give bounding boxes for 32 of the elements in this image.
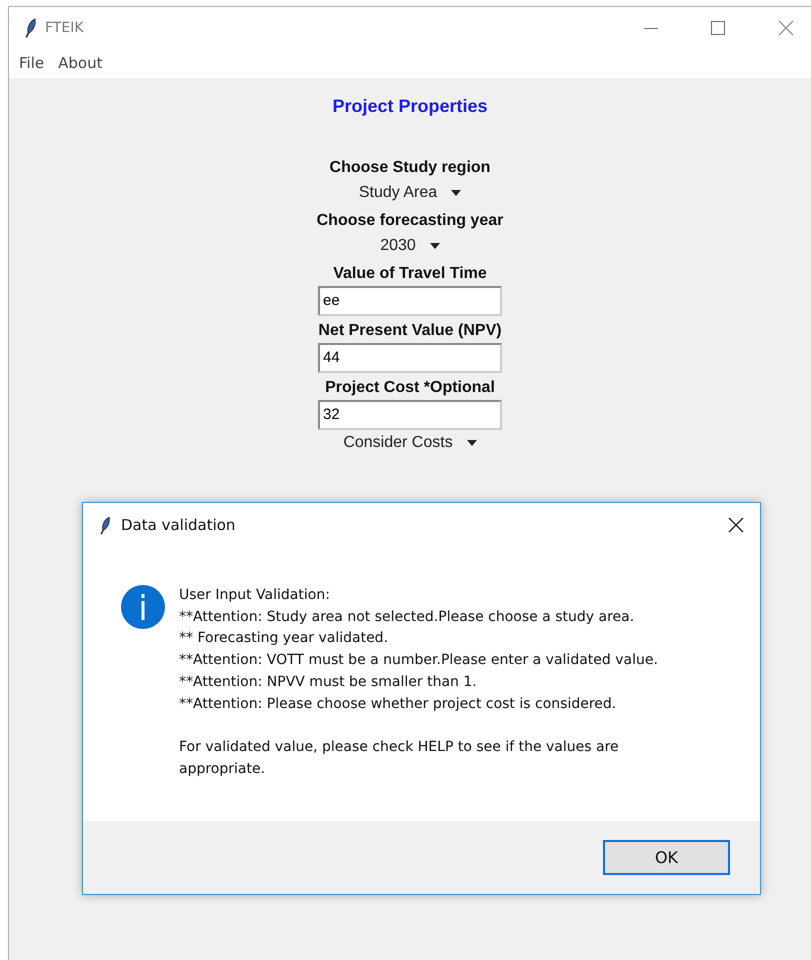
input-field[interactable]: 32: [318, 400, 502, 430]
message-line: **Attention: Please choose whether project cost is considered.: [179, 694, 618, 714]
info-icon: [121, 585, 165, 629]
field-label: Project Cost *Optional: [325, 378, 495, 398]
window-title: FTEIK: [45, 20, 84, 36]
dropdown[interactable]: 2030: [372, 233, 448, 259]
ok-button[interactable]: OK: [603, 840, 730, 875]
caret-icon: [466, 440, 477, 446]
field-label: Value of Travel Time: [333, 264, 487, 284]
message-line: **Attention: VOTT must be a number.Please enter a validated value.: [179, 651, 659, 670]
message-line: User Input Validation:: [179, 586, 331, 605]
dropdown[interactable]: Study Area: [350, 180, 470, 206]
feather-icon: [25, 18, 37, 38]
message-line: ** Forecasting year validated.: [179, 629, 390, 648]
caret-icon: [430, 243, 440, 249]
maximize-icon[interactable]: [711, 20, 725, 34]
feather-icon: [100, 516, 111, 534]
close-icon[interactable]: [728, 517, 744, 533]
input-field[interactable]: 44: [318, 343, 502, 373]
caret-icon: [451, 190, 462, 196]
message-line: **Attention: Study area not selected.Please choose a study area.: [179, 608, 636, 627]
input-field[interactable]: ee: [318, 286, 502, 316]
dialog-title: Data validation: [121, 516, 236, 534]
field-label: Choose forecasting year: [316, 211, 504, 231]
menu-item[interactable]: About: [58, 54, 102, 72]
dropdown[interactable]: Consider Costs: [335, 430, 485, 456]
message-line: **Attention: NPVV must be smaller than 1.: [179, 672, 478, 692]
menu-item[interactable]: File: [19, 54, 44, 72]
message-note: For validated value, please check HELP to see if the values are appropriate.: [179, 738, 620, 779]
form-heading: Project Properties: [332, 96, 488, 117]
field-label: Choose Study region: [330, 158, 490, 178]
field-label: Net Present Value (NPV): [318, 321, 502, 341]
